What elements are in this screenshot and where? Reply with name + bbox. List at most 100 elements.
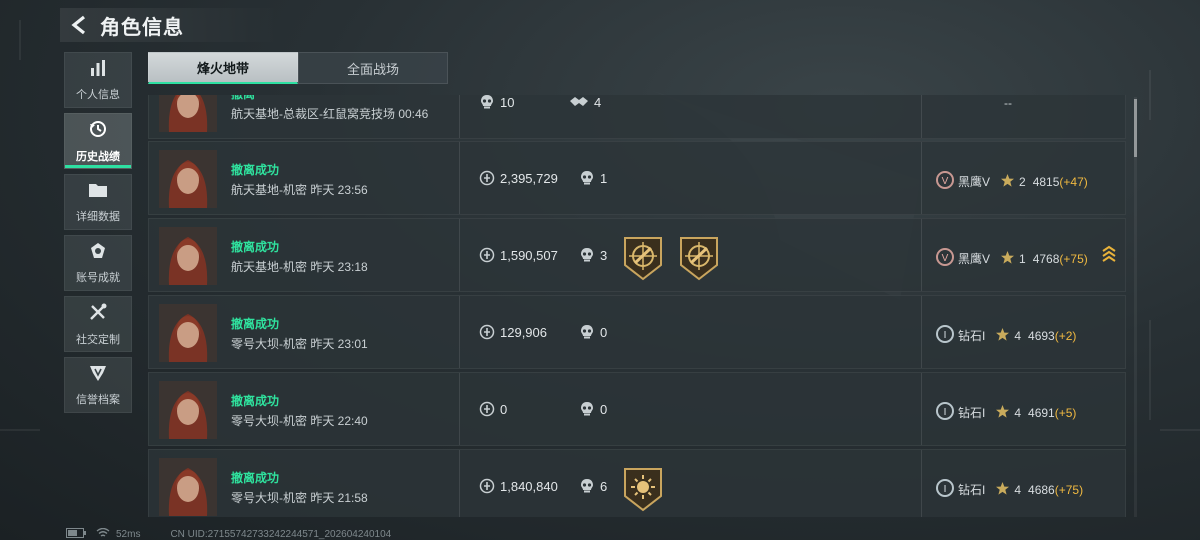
rank-emblem-icon: I	[935, 324, 955, 347]
tools-icon	[88, 302, 108, 327]
sidebar-item-label: 详细数据	[76, 210, 120, 223]
rank-level: 4	[1014, 405, 1022, 420]
skull-icon	[579, 170, 595, 186]
rank-level: 4	[1014, 482, 1022, 497]
rank-delta: (+5)	[1054, 405, 1077, 420]
rank-emblem-icon: I	[935, 478, 955, 501]
tab-full-battlefield[interactable]: 全面战场	[298, 52, 448, 84]
sidebar-item-personal-info[interactable]: 个人信息	[64, 52, 132, 108]
star-icon	[995, 327, 1010, 345]
match-status: 撤离	[231, 95, 255, 102]
skull-icon	[579, 478, 595, 494]
back-arrow-icon[interactable]	[66, 12, 92, 38]
match-kills: 6	[579, 478, 607, 494]
shield-emblem-icon	[88, 364, 108, 387]
sidebar-item-reputation[interactable]: 信誉档案	[64, 357, 132, 413]
crosshair-shield-badge-icon[interactable]	[621, 235, 665, 281]
match-map-time: 零号大坝-机密 昨天 21:58	[231, 491, 368, 505]
triple-chevron-up-icon	[1101, 245, 1117, 270]
svg-text:V: V	[942, 176, 949, 187]
match-value: 129,906	[479, 324, 547, 340]
star-icon	[995, 404, 1010, 422]
coin-icon	[479, 478, 495, 494]
mode-tabs: 烽火地带 全面战场	[148, 52, 448, 84]
avatar	[159, 150, 217, 208]
rank-emblem-icon: I	[935, 401, 955, 424]
list-scrollbar[interactable]	[1134, 97, 1137, 517]
sun-shield-badge-icon[interactable]	[621, 466, 665, 512]
svg-text:I: I	[944, 484, 947, 495]
rank-delta: (+75)	[1054, 482, 1084, 497]
match-history-list: 撤离 航天基地-总裁区-红鼠窝竞技场 00:46 10 4 -- 撤离成功 航天…	[148, 95, 1126, 517]
match-kills: 1	[579, 170, 607, 186]
match-value: 10	[479, 95, 514, 110]
list-item[interactable]: 撤离成功 零号大坝-机密 昨天 23:01 129,906 0 I 钻石I 4 …	[148, 295, 1126, 369]
sidebar-item-detailed-data[interactable]: 详细数据	[64, 174, 132, 230]
rank-delta: (+75)	[1059, 251, 1088, 266]
rank-emblem-icon: V	[935, 170, 955, 193]
uid-readout: CN UID:271557427332422445​71_20260424010…	[170, 529, 392, 540]
bar-chart-icon	[89, 59, 107, 82]
history-clock-icon	[88, 119, 108, 144]
tab-beacon-zone[interactable]: 烽火地带	[148, 52, 298, 84]
wifi-icon	[96, 527, 110, 540]
rank-info: I 钻石I 4 4691 (+5)	[935, 401, 1076, 424]
star-icon	[1000, 250, 1015, 268]
match-status: 撤离成功	[231, 317, 280, 331]
rank-score: 4768	[1032, 251, 1060, 266]
rank-score: 4686	[1028, 482, 1055, 497]
rank-info: V 黑鹰V 1 4768 (+75)	[935, 247, 1088, 270]
svg-text:V: V	[942, 253, 949, 264]
rank-level: 2	[1019, 174, 1026, 189]
match-kills: 4	[569, 95, 601, 110]
folder-icon	[88, 181, 108, 204]
medal-icon	[89, 242, 107, 265]
sidebar-item-history[interactable]: 历史战绩	[64, 113, 132, 169]
ping-readout: 52ms	[116, 529, 141, 540]
match-status: 撤离成功	[231, 163, 280, 177]
rank-score: 4815	[1032, 174, 1060, 189]
rank-name: 钻石I	[958, 329, 986, 343]
avatar	[159, 304, 217, 362]
sidebar-item-achievements[interactable]: 账号成就	[64, 235, 132, 291]
sidebar-item-label: 信誉档案	[76, 393, 120, 406]
sidebar-nav: 个人信息 历史战绩 详细数据 账号成就 社交定制 信誉档案	[64, 52, 132, 418]
coin-icon	[479, 247, 495, 263]
rank-info: V 黑鹰V 2 4815 (+47)	[935, 170, 1088, 193]
list-item[interactable]: 撤离成功 航天基地-机密 昨天 23:18 1,590,507 3 V 黑鹰V …	[148, 218, 1126, 292]
scrollbar-thumb[interactable]	[1134, 99, 1137, 157]
rank-info: I 钻石I 4 4686 (+75)	[935, 478, 1083, 501]
list-item[interactable]: 撤离成功 零号大坝-机密 昨天 21:58 1,840,840 6 I 钻石I …	[148, 449, 1126, 517]
sidebar-item-label: 账号成就	[76, 271, 120, 284]
match-map-time: 航天基地-机密 昨天 23:18	[231, 260, 368, 274]
match-status: 撤离成功	[231, 394, 280, 408]
avatar	[159, 458, 217, 516]
match-map-time: 零号大坝-机密 昨天 23:01	[231, 337, 368, 351]
rank-score: 4691	[1028, 405, 1055, 420]
skull-icon	[579, 247, 595, 263]
match-status: 撤离成功	[231, 240, 280, 254]
list-item[interactable]: 撤离 航天基地-总裁区-红鼠窝竞技场 00:46 10 4 --	[148, 95, 1126, 139]
sidebar-item-social[interactable]: 社交定制	[64, 296, 132, 352]
avatar	[159, 381, 217, 439]
skull-icon	[579, 324, 595, 340]
svg-text:I: I	[944, 330, 947, 341]
page-title: 角色信息	[100, 16, 184, 39]
rank-delta: (+2)	[1054, 328, 1077, 343]
crosshair-shield-badge-icon[interactable]	[677, 235, 721, 281]
avatar	[159, 227, 217, 285]
battery-icon	[66, 528, 86, 540]
rank-delta: (+47)	[1059, 174, 1088, 189]
list-item[interactable]: 撤离成功 零号大坝-机密 昨天 22:40 0 0 I 钻石I 4 4691 (…	[148, 372, 1126, 446]
list-item[interactable]: 撤离成功 航天基地-机密 昨天 23:56 2,395,729 1 V 黑鹰V …	[148, 141, 1126, 215]
match-kills: 0	[579, 324, 607, 340]
rank-level: 1	[1019, 251, 1026, 266]
handshake-icon	[569, 95, 589, 110]
match-value: 2,395,729	[479, 170, 558, 186]
page-header: 角色信息	[60, 8, 280, 42]
coin-icon	[479, 324, 495, 340]
avatar	[159, 95, 217, 132]
sidebar-item-label: 个人信息	[76, 88, 120, 101]
match-map-time: 零号大坝-机密 昨天 22:40	[231, 414, 368, 428]
match-kills: 0	[579, 401, 607, 417]
